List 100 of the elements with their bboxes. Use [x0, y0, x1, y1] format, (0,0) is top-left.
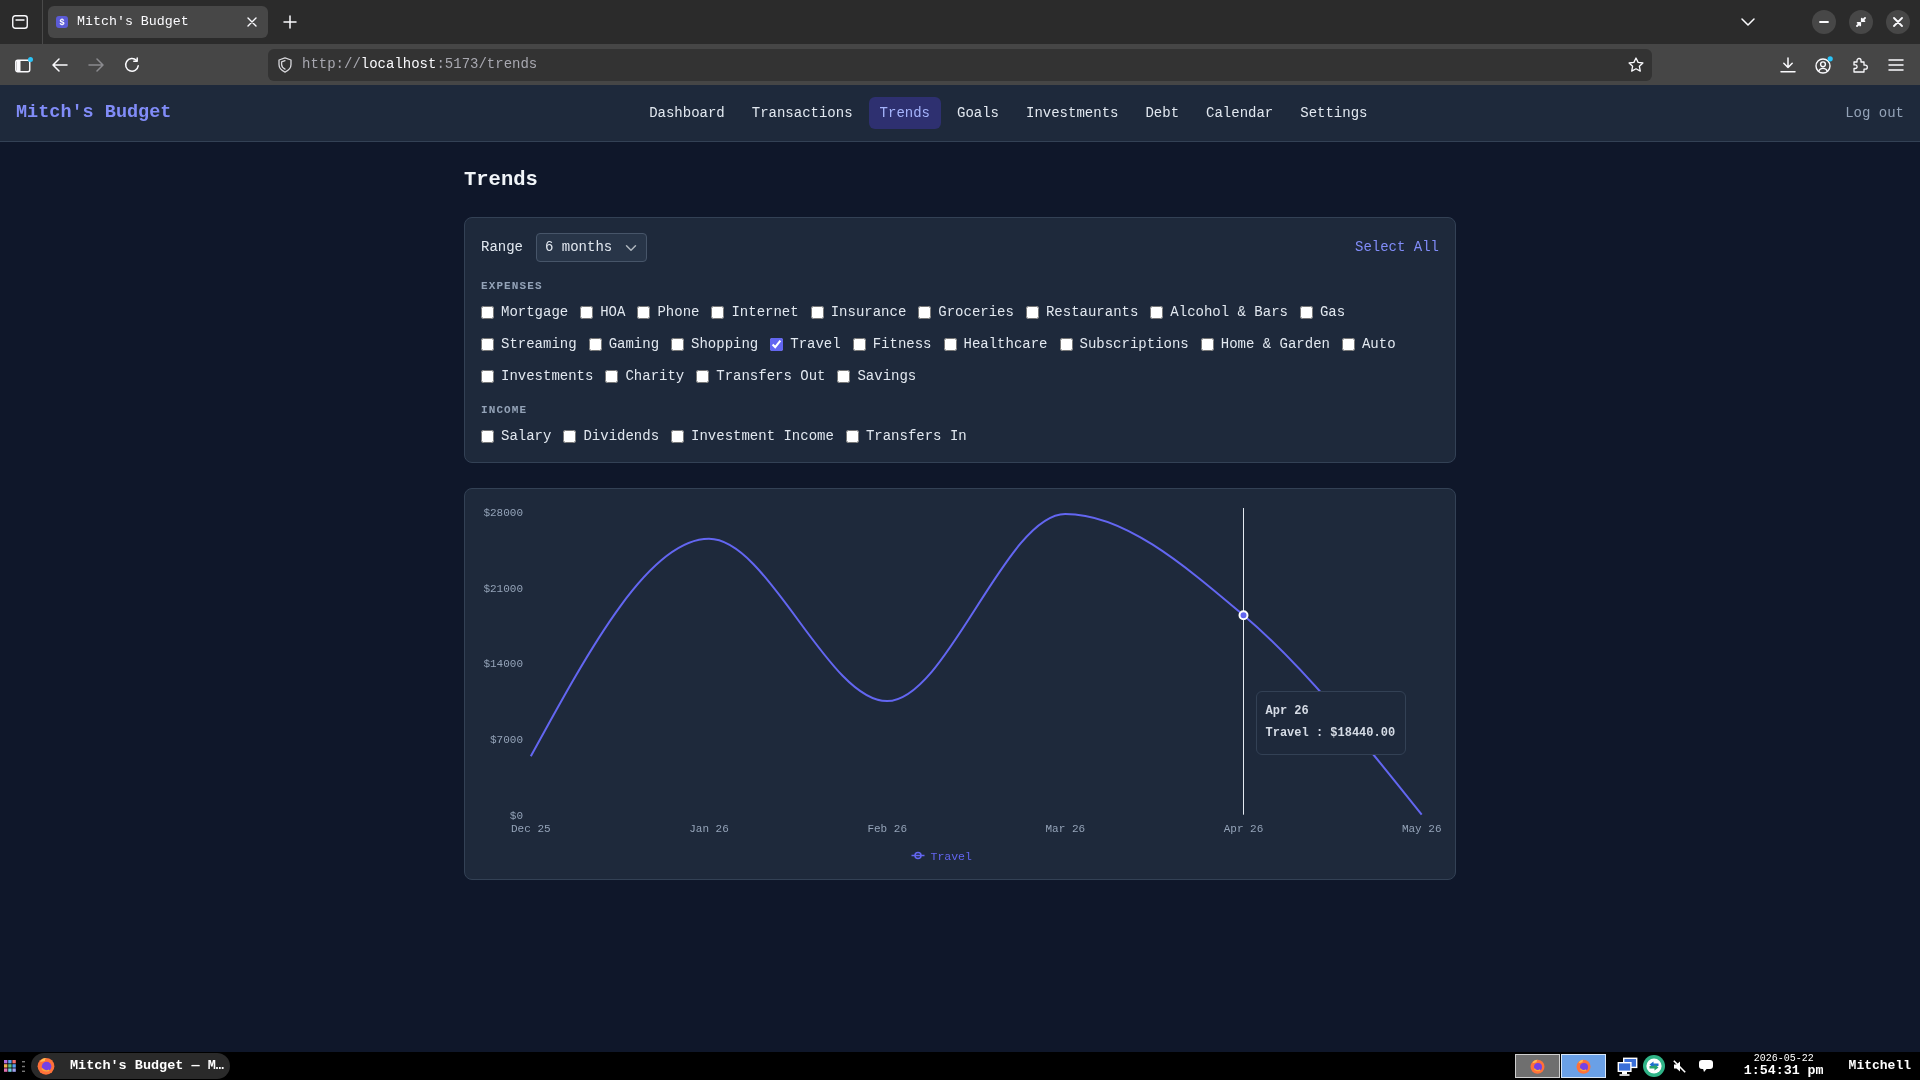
- download-icon: [1780, 56, 1796, 73]
- checkbox[interactable]: [852, 337, 866, 351]
- checkbox-label[interactable]: Salary: [501, 426, 552, 446]
- checkbox-label[interactable]: Internet: [731, 302, 799, 322]
- checkbox[interactable]: [837, 369, 851, 383]
- x-axis-label: Feb 26: [867, 822, 907, 835]
- shield-icon: [278, 56, 292, 73]
- x-axis-label: May 26: [1401, 822, 1442, 835]
- checkbox-label[interactable]: Auto: [1361, 334, 1396, 354]
- checkbox-label[interactable]: Groceries: [938, 302, 1014, 322]
- clock-date: 2026-05-22: [1753, 1054, 1814, 1064]
- restore-button[interactable]: [1849, 10, 1873, 34]
- checkbox-label[interactable]: HOA: [600, 302, 626, 322]
- tab-favicon: $: [56, 16, 68, 28]
- checkbox-label[interactable]: Investments: [501, 366, 594, 386]
- app-menu-button[interactable]: [3, 1059, 17, 1073]
- url-text[interactable]: http://localhost:5173/trends: [302, 54, 1628, 75]
- y-axis-label: $21000: [483, 582, 523, 595]
- legend-label: Travel: [930, 849, 972, 863]
- checkbox[interactable]: [1150, 305, 1164, 319]
- checkbox[interactable]: [810, 305, 824, 319]
- checkbox-label[interactable]: Home & Garden: [1220, 334, 1330, 354]
- checkbox-label[interactable]: Investment Income: [691, 426, 834, 446]
- sidebar-icon: [15, 56, 33, 73]
- checkbox-label[interactable]: Insurance: [830, 302, 907, 322]
- checkbox[interactable]: [481, 305, 494, 319]
- checkbox-label[interactable]: Fitness: [872, 334, 932, 354]
- nav-link[interactable]: Debt: [1134, 97, 1191, 129]
- tab-title[interactable]: Mitch's Budget: [77, 12, 242, 32]
- checkbox-label[interactable]: Travel: [790, 334, 841, 354]
- y-axis-label: $7000: [490, 734, 523, 746]
- checkbox-label[interactable]: Charity: [625, 366, 685, 386]
- select-all-link[interactable]: Select All: [1355, 237, 1439, 258]
- checkbox[interactable]: [605, 369, 619, 383]
- checkbox[interactable]: [1341, 337, 1355, 351]
- group-heading: EXPENSES: [481, 279, 544, 294]
- nav-link[interactable]: Investments: [1015, 97, 1130, 129]
- browser-tab[interactable]: $ Mitch's Budget: [48, 6, 268, 38]
- range-select[interactable]: 6 months: [536, 233, 647, 262]
- address-bar[interactable]: http://localhost:5173/trends: [268, 48, 1652, 81]
- checkbox-label[interactable]: Dividends: [583, 426, 660, 446]
- checkbox-label[interactable]: Healthcare: [963, 334, 1048, 354]
- checkbox-label[interactable]: Alcohol & Bars: [1170, 302, 1288, 322]
- checkbox[interactable]: [481, 369, 494, 383]
- checkbox[interactable]: [580, 305, 594, 319]
- chat-bubble-icon: [1698, 1060, 1713, 1072]
- nav-link[interactable]: Calendar: [1195, 97, 1285, 129]
- restore-icon: [1856, 17, 1866, 27]
- y-axis-label: $28000: [483, 506, 523, 519]
- checkbox[interactable]: [481, 337, 494, 351]
- brand-link[interactable]: Mitch's Budget: [16, 99, 172, 127]
- checkbox[interactable]: [588, 337, 602, 351]
- checkbox[interactable]: [1059, 337, 1073, 351]
- checkbox[interactable]: [563, 429, 577, 443]
- checkbox[interactable]: [1025, 305, 1039, 319]
- checkbox-label[interactable]: Mortgage: [501, 302, 569, 322]
- monitors-icon: [1616, 1056, 1638, 1076]
- checkbox-label[interactable]: Phone: [657, 302, 700, 322]
- checkbox-label[interactable]: Transfers In: [865, 426, 967, 446]
- checkbox[interactable]: [711, 305, 725, 319]
- checkbox[interactable]: [671, 337, 685, 351]
- x-axis-label: Jan 26: [689, 822, 729, 835]
- checkbox[interactable]: [637, 305, 651, 319]
- checkbox[interactable]: [1299, 305, 1313, 319]
- checkbox-label[interactable]: Subscriptions: [1079, 334, 1189, 354]
- taskbar-window-button[interactable]: Mitch's Budget — M…: [31, 1053, 230, 1079]
- y-axis-label: $0: [509, 809, 523, 822]
- checkbox[interactable]: [770, 337, 784, 351]
- checkbox[interactable]: [671, 429, 685, 443]
- close-window-button[interactable]: [1886, 10, 1910, 34]
- close-icon: [247, 17, 257, 27]
- checkbox-label[interactable]: Restaurants: [1045, 302, 1139, 322]
- nav-link[interactable]: Transactions: [740, 97, 864, 129]
- chevron-down-icon: [1741, 18, 1755, 26]
- minimize-button[interactable]: [1812, 10, 1836, 34]
- checkbox-label[interactable]: Shopping: [691, 334, 759, 354]
- checkbox-label[interactable]: Gaming: [608, 334, 660, 354]
- logout-button[interactable]: Log out: [1845, 102, 1904, 124]
- nav-link[interactable]: Dashboard: [638, 97, 736, 129]
- reload-icon: [124, 56, 140, 73]
- workspace-thumbnail[interactable]: [1560, 1054, 1606, 1078]
- nav-link[interactable]: Goals: [946, 97, 1010, 129]
- workspace-thumbnail[interactable]: [1514, 1054, 1560, 1078]
- checkbox-label[interactable]: Gas: [1319, 302, 1346, 322]
- puzzle-piece-icon: [1852, 56, 1868, 73]
- checkbox[interactable]: [845, 429, 859, 443]
- back-arrow-icon: [52, 57, 68, 72]
- checkbox-label[interactable]: Savings: [857, 366, 917, 386]
- star-icon: [1628, 56, 1644, 73]
- checkbox-label[interactable]: Streaming: [501, 334, 577, 354]
- checkbox[interactable]: [481, 429, 494, 443]
- nav-link[interactable]: Settings: [1289, 97, 1379, 129]
- checkbox[interactable]: [696, 369, 710, 383]
- nav-link[interactable]: Trends: [868, 97, 941, 129]
- checkbox[interactable]: [1200, 337, 1214, 351]
- checkbox[interactable]: [943, 337, 957, 351]
- hover-dot-icon: [1238, 610, 1249, 621]
- account-icon: [1815, 55, 1833, 74]
- checkbox-label[interactable]: Transfers Out: [716, 366, 826, 386]
- checkbox[interactable]: [918, 305, 932, 319]
